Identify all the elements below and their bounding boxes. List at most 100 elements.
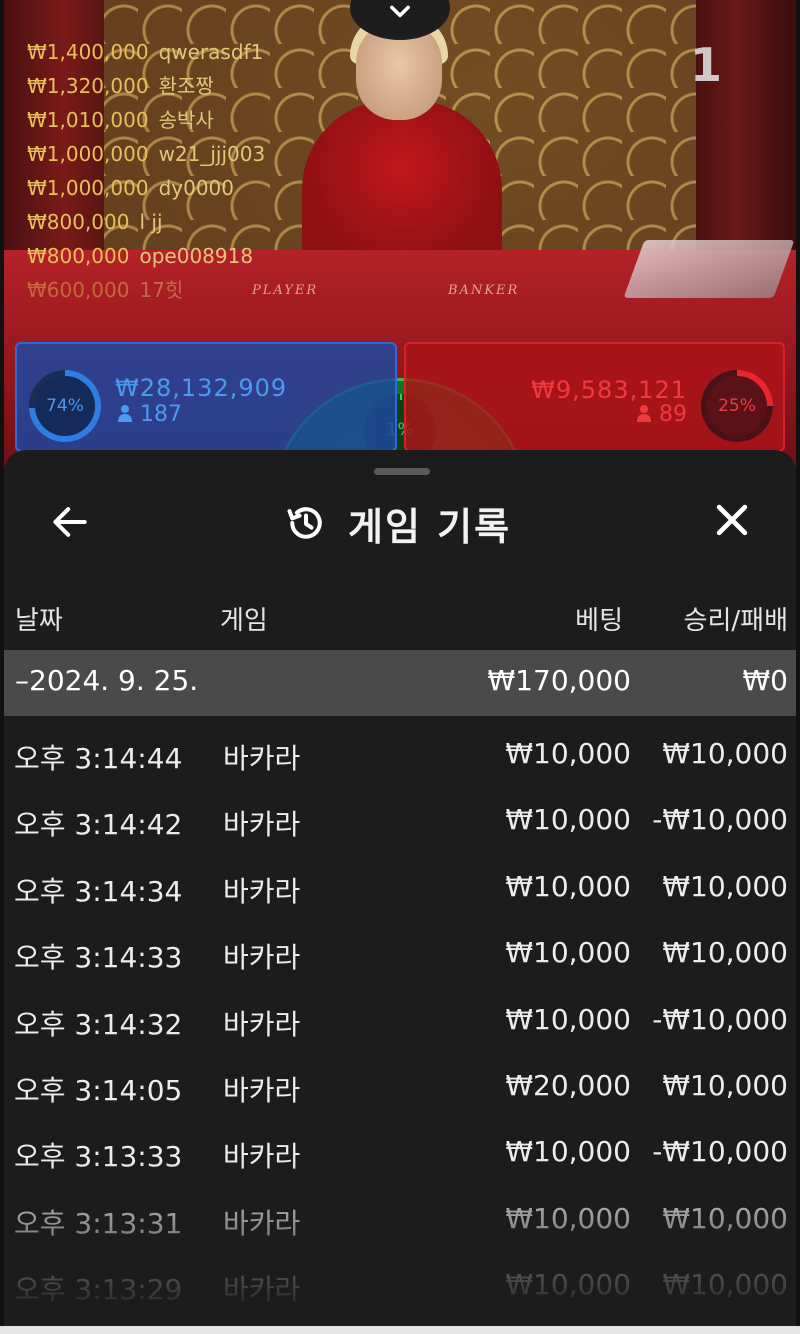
row-win-loss: -₩10,000 [652,803,788,837]
date-group-row[interactable]: –2024. 9. 25. ₩170,000 ₩0 [4,650,796,716]
winner-row: ₩1,010,000 송박사 [27,103,265,137]
row-bet: ₩10,000 [505,1002,631,1036]
round-number: 1 [689,38,722,92]
back-button[interactable] [48,500,92,544]
banker-percent-ring: 25% [701,370,773,442]
history-row[interactable]: 오후 3:13:29 바카라 ₩10,000 ₩10,000 [4,1254,796,1320]
row-time: 오후 3:13:29 [14,1273,183,1307]
winner-amount: ₩600,000 [27,278,130,302]
sheet-header: 게임 기록 [4,488,796,558]
recent-winners-list: ₩1,400,000 qwerasdf1 ₩1,320,000 환조짱 ₩1,010… [27,35,265,307]
row-time: 오후 3:14:05 [14,1073,183,1107]
winner-name: w21_jjj003 [158,142,266,166]
history-row[interactable]: 오후 3:14:44 바카라 ₩10,000 ₩10,000 [4,723,796,789]
winner-amount: ₩800,000 [27,244,130,268]
winner-amount: ₩1,010,000 [27,108,149,132]
chevron-down-icon [390,5,410,18]
winner-name: l jj [139,210,163,234]
winner-name: 환조짱 [158,74,214,98]
row-bet: ₩10,000 [505,936,631,970]
player-bettor-count: 187 [117,402,182,427]
row-game: 바카라 [223,742,301,775]
banker-bet-total: ₩9,583,121 [531,376,687,404]
row-game: 바카라 [223,1073,301,1107]
winner-name: 17힛 [139,278,184,302]
row-time: 오후 3:14:44 [14,742,183,775]
date-group-win-loss-total: ₩0 [742,664,789,697]
winner-row: ₩1,000,000 dy0000 [27,171,265,205]
banker-bettor-count: 89 [636,402,687,427]
row-bet: ₩20,000 [505,1068,631,1102]
bottom-edge [0,1326,800,1334]
history-row[interactable]: 오후 3:13:33 바카라 ₩10,000 -₩10,000 [4,1121,796,1187]
row-win-loss: ₩10,000 [662,737,788,770]
history-row[interactable]: 오후 3:14:05 바카라 ₩20,000 ₩10,000 [4,1055,796,1121]
row-win-loss: -₩10,000 [652,1135,788,1169]
game-history-sheet: 게임 기록 날짜 게임 베팅 승리/패배 –2024. 9. 25. ₩170,… [4,450,796,1334]
winner-row: ₩1,320,000 환조짱 [27,69,265,103]
player-bet-area[interactable]: 74% ₩28,132,909 187 [15,342,397,452]
winner-name: ope008918 [139,244,254,268]
user-icon [118,405,132,422]
row-game: 바카라 [223,1140,301,1174]
winner-row: ₩1,000,000 w21_jjj003 [27,137,265,171]
row-bet: ₩10,000 [505,1201,631,1235]
row-game: 바카라 [223,1206,301,1240]
row-game: 바카라 [223,808,301,842]
row-win-loss: ₩10,000 [662,869,788,903]
row-bet: ₩10,000 [505,803,631,837]
row-win-loss: ₩10,000 [662,1201,788,1235]
history-row[interactable]: 오후 3:13:31 바카라 ₩10,000 ₩10,000 [4,1188,796,1254]
sheet-drag-handle[interactable] [374,468,430,475]
row-win-loss: ₩10,000 [662,1268,788,1302]
date-group-date: –2024. 9. 25. [15,664,199,697]
close-icon [716,504,748,536]
winner-name: 송박사 [158,108,214,132]
arrow-left-icon [53,507,87,537]
row-bet: ₩10,000 [505,737,631,770]
winner-row: ₩800,000 ope008918 [27,239,265,273]
column-header-bet: 베팅 [575,606,623,636]
row-time: 오후 3:13:31 [14,1206,183,1240]
card-shoe [623,240,795,298]
history-list[interactable]: 오후 3:14:44 바카라 ₩10,000 ₩10,000 오후 3:14:4… [4,723,796,1321]
sheet-title-group: 게임 기록 [284,496,511,550]
row-game: 바카라 [223,1007,301,1041]
history-row[interactable]: 오후 3:14:32 바카라 ₩10,000 -₩10,000 [4,989,796,1055]
player-percent: 74% [35,376,95,436]
row-game: 바카라 [223,874,301,908]
history-row[interactable]: 오후 3:14:42 바카라 ₩10,000 -₩10,000 [4,789,796,855]
player-bettor-count-value: 187 [140,402,182,427]
table-label-banker: BANKER [448,283,520,298]
winner-amount: ₩800,000 [27,210,130,234]
date-group-bet-total: ₩170,000 [487,664,631,697]
winner-row: ₩1,400,000 qwerasdf1 [27,35,265,69]
winner-amount: ₩1,320,000 [27,74,149,98]
row-bet: ₩10,000 [505,1268,631,1302]
column-header-win-loss: 승리/패배 [683,606,788,636]
winner-amount: ₩1,400,000 [27,40,149,64]
column-header-game: 게임 [220,606,268,636]
row-game: 바카라 [223,1273,301,1307]
winner-row: ₩600,000 17힛 [27,273,265,307]
winner-name: qwerasdf1 [158,40,264,64]
winner-name: dy0000 [158,176,234,200]
row-time: 오후 3:14:42 [14,808,183,842]
player-bet-total: ₩28,132,909 [115,374,288,402]
row-game: 바카라 [223,941,301,975]
banker-percent: 25% [707,376,767,436]
banker-bet-area[interactable]: ₩9,583,121 89 25% [404,342,785,452]
row-time: 오후 3:14:33 [14,941,183,975]
history-row[interactable]: 오후 3:14:33 바카라 ₩10,000 ₩10,000 [4,922,796,988]
column-header-date: 날짜 [15,606,63,636]
user-icon [637,405,651,422]
sheet-title: 게임 기록 [348,504,512,549]
close-button[interactable] [710,498,754,542]
history-row[interactable]: 오후 3:14:34 바카라 ₩10,000 ₩10,000 [4,856,796,922]
row-win-loss: -₩10,000 [652,1002,788,1036]
banker-bettor-count-value: 89 [659,402,687,427]
row-time: 오후 3:13:33 [14,1140,183,1174]
row-bet: ₩10,000 [505,1135,631,1169]
row-win-loss: ₩10,000 [662,936,788,970]
winner-row: ₩800,000 l jj [27,205,265,239]
